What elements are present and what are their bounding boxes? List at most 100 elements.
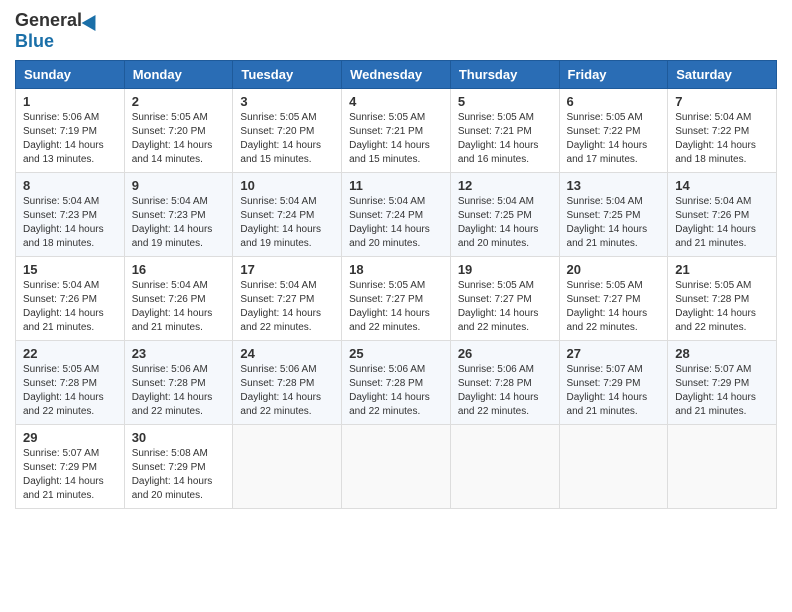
logo-general-text: General xyxy=(15,10,82,31)
weekday-header-wednesday: Wednesday xyxy=(342,61,451,89)
day-number: 2 xyxy=(132,94,226,109)
calendar-cell: 4 Sunrise: 5:05 AMSunset: 7:21 PMDayligh… xyxy=(342,89,451,173)
day-info: Sunrise: 5:04 AMSunset: 7:26 PMDaylight:… xyxy=(23,280,104,333)
day-info: Sunrise: 5:04 AMSunset: 7:25 PMDaylight:… xyxy=(458,196,539,249)
calendar-page: General Blue SundayMondayTuesdayWednesda… xyxy=(0,0,792,612)
day-number: 29 xyxy=(23,430,117,445)
day-number: 27 xyxy=(567,346,661,361)
day-info: Sunrise: 5:06 AMSunset: 7:28 PMDaylight:… xyxy=(349,364,430,417)
day-info: Sunrise: 5:06 AMSunset: 7:28 PMDaylight:… xyxy=(458,364,539,417)
weekday-header-monday: Monday xyxy=(124,61,233,89)
calendar-cell: 3 Sunrise: 5:05 AMSunset: 7:20 PMDayligh… xyxy=(233,89,342,173)
calendar-cell: 21 Sunrise: 5:05 AMSunset: 7:28 PMDaylig… xyxy=(668,257,777,341)
calendar-cell: 23 Sunrise: 5:06 AMSunset: 7:28 PMDaylig… xyxy=(124,341,233,425)
calendar-cell: 22 Sunrise: 5:05 AMSunset: 7:28 PMDaylig… xyxy=(16,341,125,425)
day-info: Sunrise: 5:05 AMSunset: 7:27 PMDaylight:… xyxy=(567,280,648,333)
day-number: 9 xyxy=(132,178,226,193)
calendar-cell: 5 Sunrise: 5:05 AMSunset: 7:21 PMDayligh… xyxy=(450,89,559,173)
day-info: Sunrise: 5:04 AMSunset: 7:25 PMDaylight:… xyxy=(567,196,648,249)
header: General Blue xyxy=(15,10,777,52)
calendar-week-1: 1 Sunrise: 5:06 AMSunset: 7:19 PMDayligh… xyxy=(16,89,777,173)
calendar-cell: 17 Sunrise: 5:04 AMSunset: 7:27 PMDaylig… xyxy=(233,257,342,341)
calendar-cell: 10 Sunrise: 5:04 AMSunset: 7:24 PMDaylig… xyxy=(233,173,342,257)
calendar-week-2: 8 Sunrise: 5:04 AMSunset: 7:23 PMDayligh… xyxy=(16,173,777,257)
day-number: 23 xyxy=(132,346,226,361)
day-info: Sunrise: 5:05 AMSunset: 7:27 PMDaylight:… xyxy=(458,280,539,333)
day-info: Sunrise: 5:05 AMSunset: 7:22 PMDaylight:… xyxy=(567,112,648,165)
day-number: 1 xyxy=(23,94,117,109)
calendar-cell: 28 Sunrise: 5:07 AMSunset: 7:29 PMDaylig… xyxy=(668,341,777,425)
day-number: 28 xyxy=(675,346,769,361)
calendar-cell: 18 Sunrise: 5:05 AMSunset: 7:27 PMDaylig… xyxy=(342,257,451,341)
day-number: 18 xyxy=(349,262,443,277)
day-info: Sunrise: 5:06 AMSunset: 7:28 PMDaylight:… xyxy=(132,364,213,417)
calendar-cell: 27 Sunrise: 5:07 AMSunset: 7:29 PMDaylig… xyxy=(559,341,668,425)
calendar-cell: 12 Sunrise: 5:04 AMSunset: 7:25 PMDaylig… xyxy=(450,173,559,257)
calendar-table: SundayMondayTuesdayWednesdayThursdayFrid… xyxy=(15,60,777,509)
day-info: Sunrise: 5:05 AMSunset: 7:27 PMDaylight:… xyxy=(349,280,430,333)
calendar-cell: 24 Sunrise: 5:06 AMSunset: 7:28 PMDaylig… xyxy=(233,341,342,425)
calendar-cell: 8 Sunrise: 5:04 AMSunset: 7:23 PMDayligh… xyxy=(16,173,125,257)
day-info: Sunrise: 5:04 AMSunset: 7:26 PMDaylight:… xyxy=(675,196,756,249)
day-number: 5 xyxy=(458,94,552,109)
calendar-cell: 9 Sunrise: 5:04 AMSunset: 7:23 PMDayligh… xyxy=(124,173,233,257)
calendar-cell: 15 Sunrise: 5:04 AMSunset: 7:26 PMDaylig… xyxy=(16,257,125,341)
calendar-cell: 30 Sunrise: 5:08 AMSunset: 7:29 PMDaylig… xyxy=(124,425,233,509)
calendar-week-4: 22 Sunrise: 5:05 AMSunset: 7:28 PMDaylig… xyxy=(16,341,777,425)
day-number: 30 xyxy=(132,430,226,445)
calendar-cell: 14 Sunrise: 5:04 AMSunset: 7:26 PMDaylig… xyxy=(668,173,777,257)
calendar-cell xyxy=(559,425,668,509)
day-info: Sunrise: 5:04 AMSunset: 7:24 PMDaylight:… xyxy=(349,196,430,249)
day-info: Sunrise: 5:08 AMSunset: 7:29 PMDaylight:… xyxy=(132,448,213,501)
day-info: Sunrise: 5:04 AMSunset: 7:22 PMDaylight:… xyxy=(675,112,756,165)
day-info: Sunrise: 5:07 AMSunset: 7:29 PMDaylight:… xyxy=(567,364,648,417)
day-info: Sunrise: 5:07 AMSunset: 7:29 PMDaylight:… xyxy=(675,364,756,417)
logo: General Blue xyxy=(15,10,102,52)
calendar-cell xyxy=(342,425,451,509)
day-number: 4 xyxy=(349,94,443,109)
weekday-header-tuesday: Tuesday xyxy=(233,61,342,89)
calendar-cell: 13 Sunrise: 5:04 AMSunset: 7:25 PMDaylig… xyxy=(559,173,668,257)
calendar-week-5: 29 Sunrise: 5:07 AMSunset: 7:29 PMDaylig… xyxy=(16,425,777,509)
day-number: 15 xyxy=(23,262,117,277)
day-number: 14 xyxy=(675,178,769,193)
day-info: Sunrise: 5:05 AMSunset: 7:21 PMDaylight:… xyxy=(458,112,539,165)
calendar-cell: 29 Sunrise: 5:07 AMSunset: 7:29 PMDaylig… xyxy=(16,425,125,509)
day-number: 25 xyxy=(349,346,443,361)
day-info: Sunrise: 5:05 AMSunset: 7:28 PMDaylight:… xyxy=(23,364,104,417)
calendar-cell: 1 Sunrise: 5:06 AMSunset: 7:19 PMDayligh… xyxy=(16,89,125,173)
calendar-cell: 2 Sunrise: 5:05 AMSunset: 7:20 PMDayligh… xyxy=(124,89,233,173)
day-number: 8 xyxy=(23,178,117,193)
day-number: 12 xyxy=(458,178,552,193)
day-info: Sunrise: 5:04 AMSunset: 7:23 PMDaylight:… xyxy=(132,196,213,249)
day-info: Sunrise: 5:05 AMSunset: 7:20 PMDaylight:… xyxy=(132,112,213,165)
calendar-cell: 11 Sunrise: 5:04 AMSunset: 7:24 PMDaylig… xyxy=(342,173,451,257)
day-number: 26 xyxy=(458,346,552,361)
calendar-cell: 26 Sunrise: 5:06 AMSunset: 7:28 PMDaylig… xyxy=(450,341,559,425)
weekday-header-friday: Friday xyxy=(559,61,668,89)
calendar-cell: 6 Sunrise: 5:05 AMSunset: 7:22 PMDayligh… xyxy=(559,89,668,173)
calendar-cell: 25 Sunrise: 5:06 AMSunset: 7:28 PMDaylig… xyxy=(342,341,451,425)
day-number: 16 xyxy=(132,262,226,277)
day-info: Sunrise: 5:04 AMSunset: 7:26 PMDaylight:… xyxy=(132,280,213,333)
day-info: Sunrise: 5:06 AMSunset: 7:28 PMDaylight:… xyxy=(240,364,321,417)
day-number: 20 xyxy=(567,262,661,277)
calendar-cell xyxy=(668,425,777,509)
day-number: 13 xyxy=(567,178,661,193)
day-info: Sunrise: 5:04 AMSunset: 7:24 PMDaylight:… xyxy=(240,196,321,249)
weekday-header-row: SundayMondayTuesdayWednesdayThursdayFrid… xyxy=(16,61,777,89)
day-number: 22 xyxy=(23,346,117,361)
day-number: 17 xyxy=(240,262,334,277)
day-info: Sunrise: 5:05 AMSunset: 7:21 PMDaylight:… xyxy=(349,112,430,165)
day-info: Sunrise: 5:04 AMSunset: 7:27 PMDaylight:… xyxy=(240,280,321,333)
calendar-cell: 16 Sunrise: 5:04 AMSunset: 7:26 PMDaylig… xyxy=(124,257,233,341)
day-number: 3 xyxy=(240,94,334,109)
calendar-cell: 19 Sunrise: 5:05 AMSunset: 7:27 PMDaylig… xyxy=(450,257,559,341)
day-number: 24 xyxy=(240,346,334,361)
logo-icon xyxy=(82,10,103,30)
day-number: 7 xyxy=(675,94,769,109)
day-number: 11 xyxy=(349,178,443,193)
weekday-header-thursday: Thursday xyxy=(450,61,559,89)
calendar-week-3: 15 Sunrise: 5:04 AMSunset: 7:26 PMDaylig… xyxy=(16,257,777,341)
day-number: 21 xyxy=(675,262,769,277)
